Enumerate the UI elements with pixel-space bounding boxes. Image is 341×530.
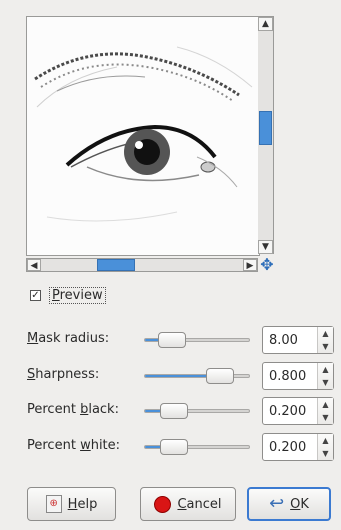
sharpness-spin-arrows-icon[interactable]: ▲ ▼ [317, 363, 333, 389]
percent-white-slider[interactable] [144, 439, 250, 455]
percent-black-value[interactable]: 0.200 [269, 404, 306, 419]
sharpness-handle[interactable] [206, 368, 235, 384]
percent-black-spin-arrows-icon[interactable]: ▲ ▼ [317, 398, 333, 424]
percent-white-row: Percent white: 0.200 ▲ ▼ [27, 433, 335, 463]
percent-black-handle[interactable] [159, 403, 188, 419]
cancel-button[interactable]: Cancel [140, 487, 236, 521]
preview-image[interactable] [26, 16, 260, 256]
help-button[interactable]: ⊕ Help [27, 487, 116, 521]
horizontal-scroll-thumb[interactable] [97, 259, 135, 271]
percent-white-value[interactable]: 0.200 [269, 440, 306, 455]
preview-label: Preview [49, 286, 106, 304]
percent-white-handle[interactable] [159, 439, 188, 455]
percent-black-spinbox[interactable]: 0.200 ▲ ▼ [262, 397, 334, 425]
mask-radius-handle[interactable] [158, 332, 187, 348]
sharpness-spinbox[interactable]: 0.800 ▲ ▼ [262, 362, 334, 390]
percent-white-spinbox[interactable]: 0.200 ▲ ▼ [262, 433, 334, 461]
sharpness-row: Sharpness: 0.800 ▲ ▼ [27, 362, 335, 392]
mask-radius-spinbox[interactable]: 8.00 ▲ ▼ [262, 326, 334, 354]
help-icon: ⊕ [45, 495, 62, 513]
percent-black-label: Percent black: [27, 402, 119, 417]
mask-radius-spin-arrows-icon[interactable]: ▲ ▼ [317, 327, 333, 353]
ok-label: OK [290, 496, 309, 512]
ok-button[interactable]: ↩ OK [247, 487, 331, 521]
percent-black-row: Percent black: 0.200 ▲ ▼ [27, 397, 335, 427]
mask-radius-value[interactable]: 8.00 [269, 333, 298, 348]
percent-white-spin-arrows-icon[interactable]: ▲ ▼ [317, 434, 333, 460]
mask-radius-label: Mask radius: [27, 331, 110, 346]
preview-checkbox[interactable]: ✓ [30, 289, 41, 301]
percent-black-slider[interactable] [144, 403, 250, 419]
mask-radius-slider[interactable] [144, 332, 250, 348]
preview-toggle[interactable]: ✓ Preview [30, 285, 106, 305]
vertical-scroll-thumb[interactable] [259, 111, 272, 145]
sharpness-value[interactable]: 0.800 [269, 369, 306, 384]
preview-horizontal-scrollbar[interactable]: ◀ ▶ [26, 258, 258, 272]
cancel-icon [154, 495, 172, 513]
mask-radius-row: Mask radius: 8.00 ▲ ▼ [27, 326, 335, 356]
scroll-down-icon[interactable]: ▼ [258, 240, 273, 254]
scroll-right-icon[interactable]: ▶ [243, 259, 257, 271]
preview-vertical-scrollbar[interactable]: ▲ ▼ [258, 16, 274, 254]
percent-white-label: Percent white: [27, 438, 121, 453]
scroll-up-icon[interactable]: ▲ [258, 17, 273, 31]
scroll-left-icon[interactable]: ◀ [27, 259, 41, 271]
cancel-label: Cancel [177, 496, 222, 512]
help-label: Help [67, 496, 98, 512]
ok-icon: ↩ [269, 493, 285, 514]
sharpness-slider[interactable] [144, 368, 250, 384]
navigate-icon[interactable]: ✥ [258, 257, 276, 273]
sharpness-label: Sharpness: [27, 367, 100, 382]
